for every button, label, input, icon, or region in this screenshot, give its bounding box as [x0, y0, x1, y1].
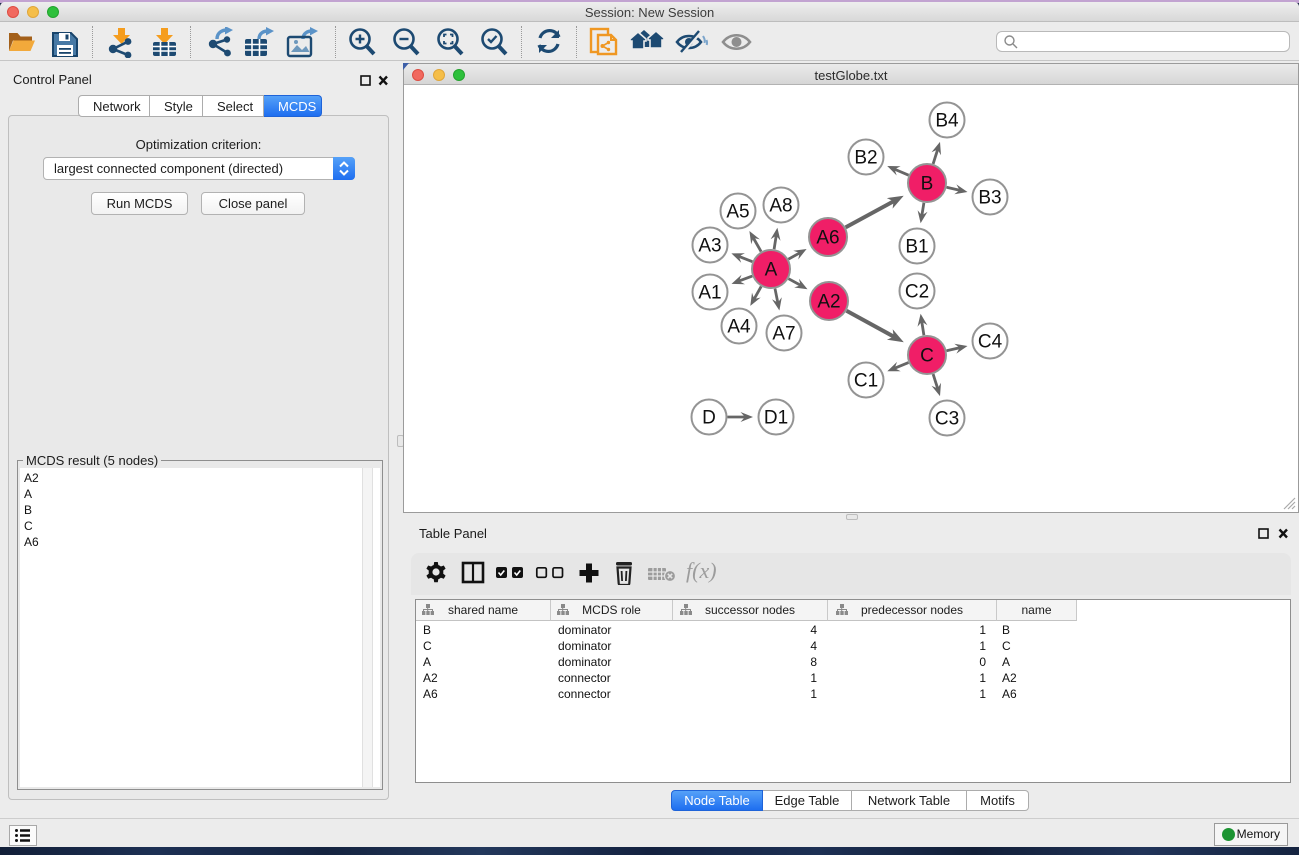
svg-text:B4: B4 [935, 111, 959, 132]
svg-text:B1: B1 [905, 237, 928, 258]
svg-text:C3: C3 [935, 409, 959, 430]
svg-text:A1: A1 [698, 283, 721, 304]
svg-text:A: A [765, 260, 778, 281]
svg-text:D: D [702, 408, 716, 429]
svg-text:B3: B3 [978, 188, 1001, 209]
svg-text:A6: A6 [816, 228, 839, 249]
svg-text:A7: A7 [772, 324, 795, 345]
svg-text:C2: C2 [905, 282, 929, 303]
svg-text:C1: C1 [854, 371, 878, 392]
svg-text:A4: A4 [727, 317, 751, 338]
svg-text:B2: B2 [854, 148, 877, 169]
svg-text:C: C [920, 346, 934, 367]
svg-text:A5: A5 [726, 202, 749, 223]
svg-text:A2: A2 [817, 292, 840, 313]
svg-text:A8: A8 [769, 196, 792, 217]
svg-text:A3: A3 [698, 236, 721, 257]
svg-text:C4: C4 [978, 332, 1003, 353]
svg-text:D1: D1 [764, 408, 788, 429]
svg-text:B: B [921, 174, 934, 195]
